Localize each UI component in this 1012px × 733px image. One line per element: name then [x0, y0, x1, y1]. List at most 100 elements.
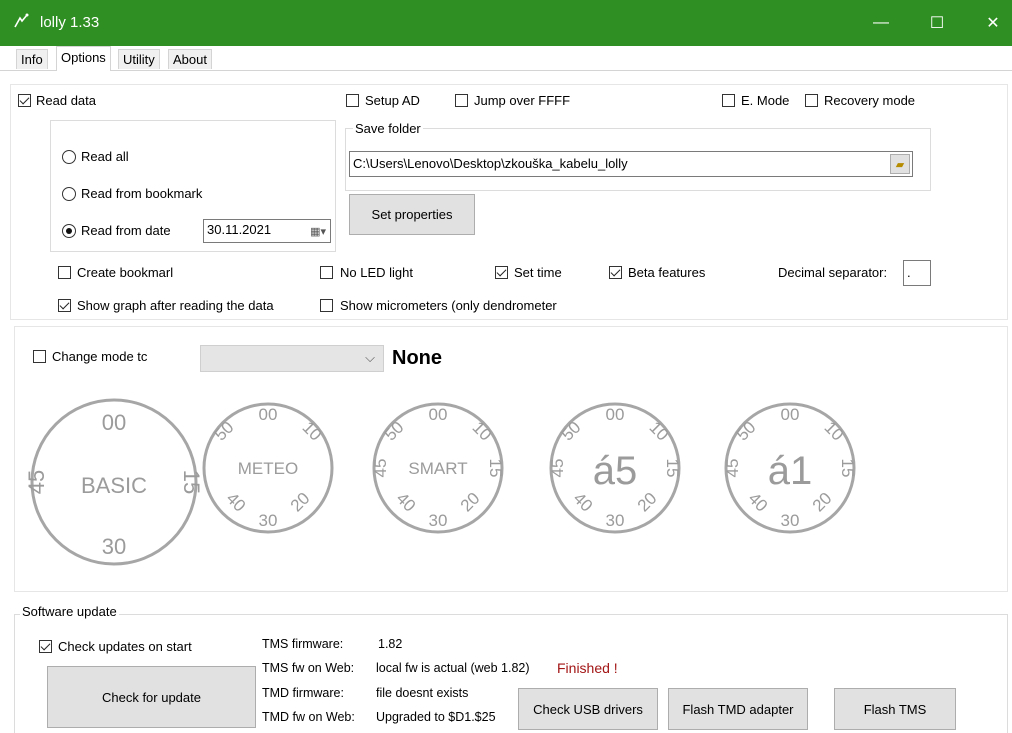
show-micrometers-checkbox[interactable]: [320, 299, 333, 312]
flash-tmd-adapter-button[interactable]: Flash TMD adapter: [668, 688, 808, 730]
tab-bar: Info Options Utility About: [0, 46, 1012, 71]
tab-about[interactable]: About: [168, 49, 212, 69]
dial-label: 00: [102, 410, 126, 435]
tmd-web-value: Upgraded to $D1.$25: [376, 710, 496, 724]
show-micrometers-label: Show micrometers (only dendrometer: [340, 298, 557, 313]
set-time-checkbox[interactable]: [495, 266, 508, 279]
dial-label: 10: [820, 418, 847, 445]
dial-label: 15: [663, 459, 682, 478]
change-mode-checkbox[interactable]: [33, 350, 46, 363]
jump-over-checkbox[interactable]: [455, 94, 468, 107]
dial-label: 45: [723, 459, 742, 478]
window-title: lolly 1.33: [40, 14, 100, 31]
no-led-checkbox[interactable]: [320, 266, 333, 279]
flash-tms-button[interactable]: Flash TMS: [834, 688, 956, 730]
dial-label: 10: [468, 418, 495, 445]
recovery-mode-checkbox[interactable]: [805, 94, 818, 107]
read-data-checkbox[interactable]: [18, 94, 31, 107]
save-folder-path: C:\Users\Lenovo\Desktop\zkouška_kabelu_l…: [353, 156, 628, 171]
dial-label: 20: [457, 489, 484, 516]
dial-label: 00: [429, 405, 448, 424]
save-folder-label: Save folder: [353, 121, 423, 136]
check-updates-on-start-label: Check updates on start: [58, 639, 192, 654]
dial-label: 50: [733, 418, 760, 445]
dial-label: 45: [24, 470, 49, 494]
check-updates-on-start-checkbox[interactable]: [39, 640, 52, 653]
setup-ad-checkbox[interactable]: [346, 94, 359, 107]
e-mode-label: E. Mode: [741, 93, 790, 108]
read-all-label: Read all: [81, 149, 129, 164]
mode-dropdown[interactable]: ⌵: [200, 345, 384, 372]
calendar-icon[interactable]: ▦▾: [310, 222, 326, 242]
finished-status: Finished !: [557, 660, 618, 676]
mode-dial-meteo[interactable]: 00 50 10 METEO 40 20 30: [198, 400, 338, 536]
read-all-radio[interactable]: [62, 150, 76, 164]
check-usb-drivers-button[interactable]: Check USB drivers: [518, 688, 658, 730]
beta-features-checkbox[interactable]: [609, 266, 622, 279]
dial-label: 45: [371, 459, 390, 478]
mode-dial-a5[interactable]: 00 50 10 45 15 á5 40 20 30: [545, 400, 685, 536]
dial-label: 00: [259, 405, 278, 424]
dial-center-label: BASIC: [81, 473, 147, 498]
dial-label: 50: [558, 418, 585, 445]
dial-label: 40: [222, 489, 249, 516]
close-button[interactable]: ✕: [970, 0, 1012, 46]
change-mode-label: Change mode tc: [52, 349, 148, 364]
tms-web-value: local fw is actual (web 1.82): [376, 661, 530, 675]
date-value: 30.11.2021: [207, 222, 272, 237]
decimal-separator-label: Decimal separator:: [778, 265, 888, 280]
chevron-down-icon: ⌵: [365, 350, 375, 365]
dial-label: 30: [781, 511, 800, 530]
tab-options[interactable]: Options: [56, 46, 111, 71]
dial-label: 10: [645, 418, 672, 445]
dial-center-label: SMART: [408, 459, 467, 478]
setup-ad-label: Setup AD: [365, 93, 420, 108]
dial-center-label: á1: [768, 449, 813, 493]
dial-label: 10: [298, 418, 325, 445]
recovery-mode-label: Recovery mode: [824, 93, 916, 108]
title-bar: lolly 1.33 — ☐ ✕: [0, 0, 1012, 46]
dial-label: 20: [634, 489, 661, 516]
app-icon: [14, 13, 29, 28]
beta-features-label: Beta features: [628, 265, 706, 280]
tms-firmware-value: 1.82: [378, 637, 403, 651]
set-properties-button[interactable]: Set properties: [349, 194, 475, 235]
set-time-label: Set time: [514, 265, 562, 280]
check-for-update-button[interactable]: Check for update: [47, 666, 256, 728]
dial-label: 20: [809, 489, 836, 516]
e-mode-checkbox[interactable]: [722, 94, 735, 107]
dial-label: 15: [838, 459, 857, 478]
show-graph-checkbox[interactable]: [58, 299, 71, 312]
mode-dial-a1[interactable]: 00 50 10 45 15 á1 40 20 30: [720, 400, 860, 536]
maximize-button[interactable]: ☐: [914, 0, 960, 46]
read-from-bookmark-radio[interactable]: [62, 187, 76, 201]
dial-label: 30: [429, 511, 448, 530]
browse-folder-button[interactable]: ▰: [890, 154, 910, 174]
tab-utility[interactable]: Utility: [118, 49, 160, 69]
create-bookmark-checkbox[interactable]: [58, 266, 71, 279]
tmd-web-label: TMD fw on Web:: [262, 710, 355, 724]
minimize-button[interactable]: —: [858, 0, 904, 46]
tab-info[interactable]: Info: [16, 49, 48, 69]
dial-label: 40: [392, 489, 419, 516]
tms-web-label: TMS fw on Web:: [262, 661, 355, 675]
dial-label: 30: [259, 511, 278, 530]
mode-dial-smart[interactable]: 00 50 10 45 15 SMART 40 20 30: [368, 400, 508, 536]
dial-label: 45: [548, 459, 567, 478]
read-data-label: Read data: [36, 93, 96, 108]
current-mode-label: None: [392, 347, 442, 369]
decimal-separator-value: .: [907, 265, 911, 280]
dial-label: 20: [287, 489, 314, 516]
jump-over-label: Jump over FFFF: [474, 93, 571, 108]
create-bookmark-label: Create bookmarl: [77, 265, 174, 280]
dial-label: 00: [606, 405, 625, 424]
mode-dial-basic[interactable]: 00 BASIC 45 15 30: [24, 396, 204, 572]
save-folder-input[interactable]: C:\Users\Lenovo\Desktop\zkouška_kabelu_l…: [349, 151, 913, 177]
date-picker[interactable]: 30.11.2021 ▦▾: [203, 219, 331, 243]
read-from-date-radio[interactable]: [62, 224, 76, 238]
dial-label: 15: [486, 459, 505, 478]
decimal-separator-input[interactable]: .: [903, 260, 931, 286]
folder-icon: ▰: [895, 158, 905, 171]
dial-label: 50: [381, 418, 408, 445]
dial-center-label: á5: [593, 449, 638, 493]
